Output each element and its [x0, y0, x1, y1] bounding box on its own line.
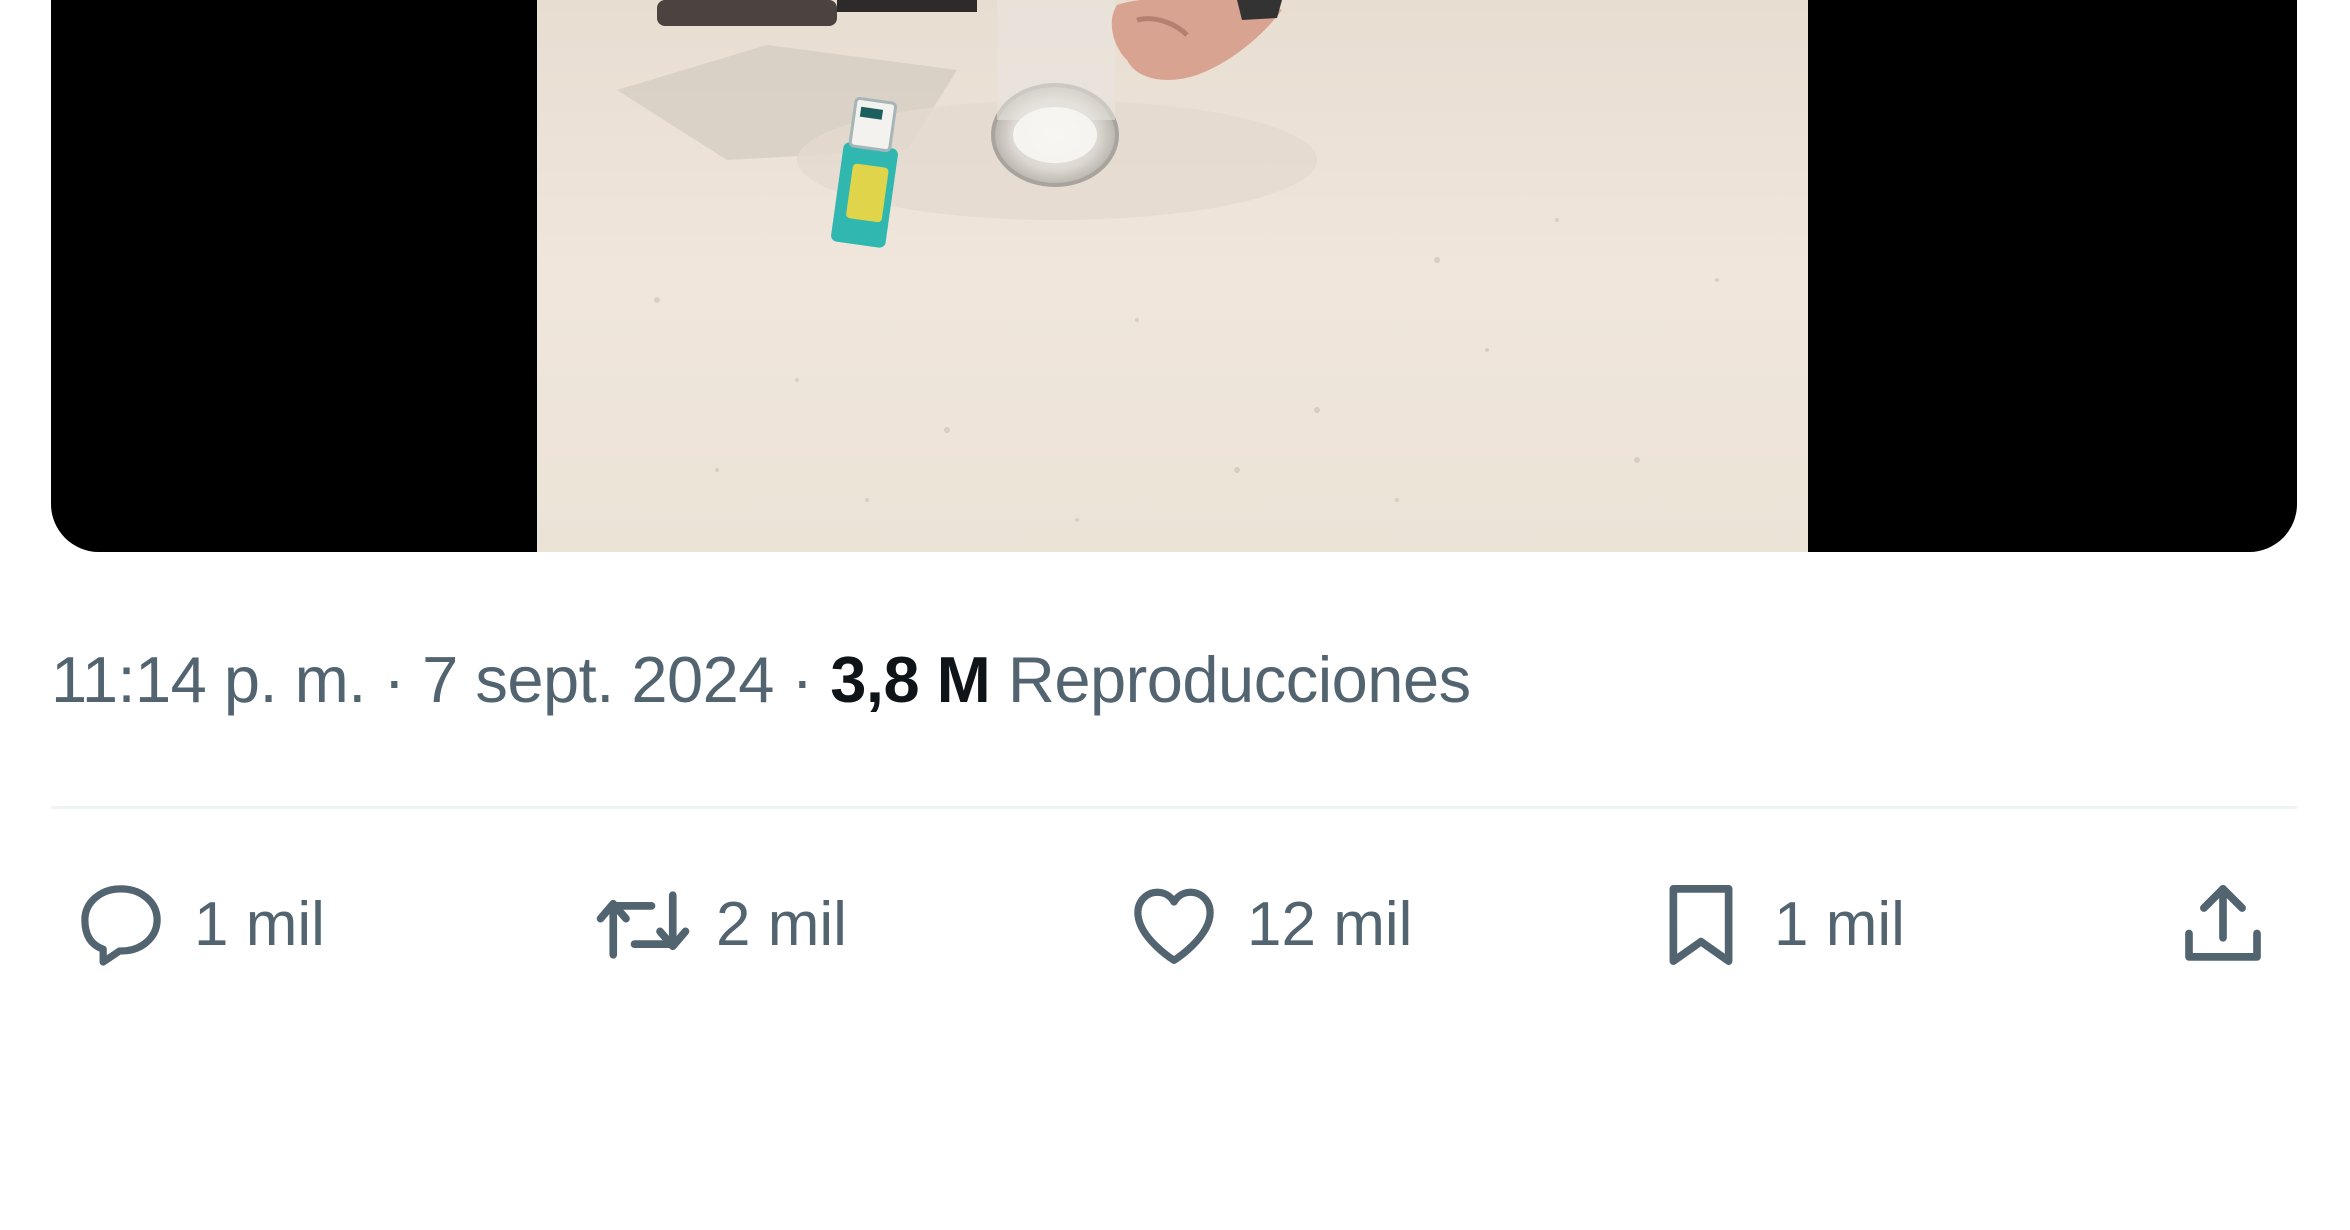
- reply-button[interactable]: 1 mil: [70, 870, 325, 980]
- like-count: 12 mil: [1247, 890, 1413, 959]
- views-count[interactable]: 3,8 M: [830, 643, 991, 716]
- repost-count: 2 mil: [716, 890, 847, 959]
- share-button[interactable]: [2172, 870, 2274, 980]
- video-player[interactable]: [51, 0, 2297, 552]
- reply-count: 1 mil: [194, 890, 325, 959]
- repost-button[interactable]: 2 mil: [592, 870, 847, 980]
- bookmark-button[interactable]: 1 mil: [1650, 870, 1905, 980]
- video-thumbnail: [537, 0, 1808, 552]
- like-button[interactable]: 12 mil: [1123, 870, 1412, 980]
- bookmark-count: 1 mil: [1774, 890, 1905, 959]
- repost-icon: [596, 891, 690, 959]
- bookmark-icon: [1669, 885, 1733, 965]
- tweet-time[interactable]: 11:14 p. m.: [51, 643, 366, 716]
- heart-icon: [1134, 888, 1214, 964]
- tweet-date[interactable]: 7 sept. 2024: [422, 643, 774, 716]
- action-bar: 1 mil 2 mil 12 mil 1 mil: [0, 870, 2350, 980]
- meta-separator: ·: [383, 643, 405, 716]
- meta-separator: ·: [791, 643, 814, 716]
- tweet-meta: 11:14 p. m. · 7 sept. 2024 · 3,8 M Repro…: [51, 640, 1471, 720]
- divider: [51, 806, 2297, 809]
- share-icon: [2185, 885, 2261, 961]
- views-label[interactable]: Reproducciones: [1008, 643, 1471, 716]
- reply-icon: [81, 885, 161, 966]
